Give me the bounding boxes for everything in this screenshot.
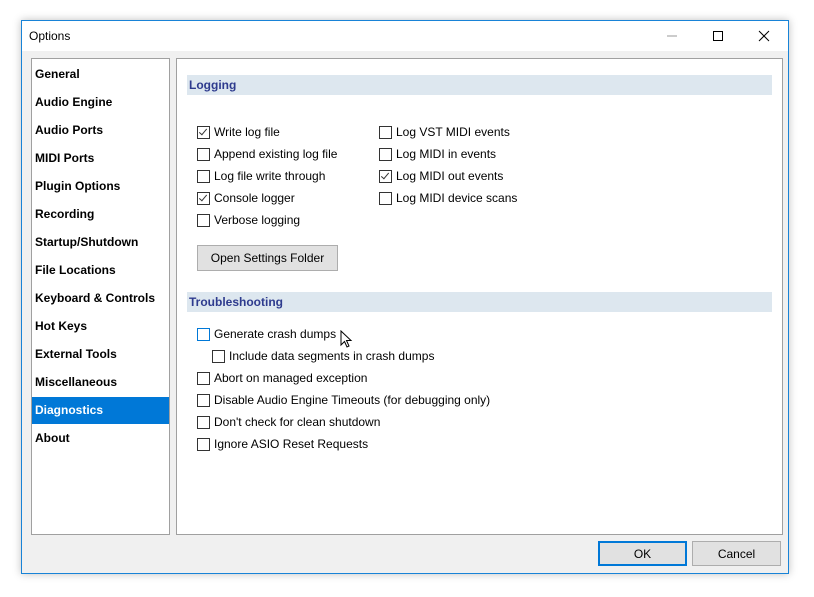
window-title: Options <box>29 29 71 43</box>
sidebar-item-external-tools[interactable]: External Tools <box>32 341 169 368</box>
title-bar[interactable]: Options <box>22 21 788 51</box>
checkbox-label: Log VST MIDI events <box>396 125 510 139</box>
sidebar-item-startup-shutdown[interactable]: Startup/Shutdown <box>32 229 169 256</box>
checkbox-label: Append existing log file <box>214 147 338 161</box>
cancel-button[interactable]: Cancel <box>692 541 781 566</box>
checkbox-box[interactable] <box>197 213 210 227</box>
checkbox-label: Console logger <box>214 191 295 205</box>
generate-crash-dumps-checkbox[interactable]: Generate crash dumps <box>197 325 336 343</box>
checkbox-label: Don't check for clean shutdown <box>214 415 381 429</box>
checkbox-label: Log MIDI in events <box>396 147 497 161</box>
checkbox-box[interactable] <box>197 371 210 385</box>
checkbox-label: Disable Audio Engine Timeouts (for debug… <box>214 393 491 407</box>
sidebar-item-general[interactable]: General <box>32 61 169 88</box>
append-existing-log-file-checkbox[interactable]: Append existing log file <box>197 145 337 163</box>
diagnostics-panel: Logging Write log file Append existing l… <box>176 58 783 535</box>
checkbox-label: Abort on managed exception <box>214 371 368 385</box>
checkbox-box[interactable] <box>379 125 392 139</box>
checkbox-label: Log MIDI device scans <box>396 191 518 205</box>
sidebar-item-midi-ports[interactable]: MIDI Ports <box>32 145 169 172</box>
sidebar-item-keyboard-controls[interactable]: Keyboard & Controls <box>32 285 169 312</box>
minimize-button[interactable] <box>649 21 695 51</box>
checkbox-box[interactable] <box>379 147 392 161</box>
log-midi-device-scans-checkbox[interactable]: Log MIDI device scans <box>379 189 517 207</box>
log-midi-in-events-checkbox[interactable]: Log MIDI in events <box>379 145 496 163</box>
sidebar-item-diagnostics[interactable]: Diagnostics <box>32 397 169 424</box>
console-logger-checkbox[interactable]: Console logger <box>197 189 295 207</box>
checkbox-box[interactable] <box>197 437 210 451</box>
verbose-logging-checkbox[interactable]: Verbose logging <box>197 211 300 229</box>
checkbox-box[interactable] <box>379 191 392 205</box>
ignore-asio-reset-requests-checkbox[interactable]: Ignore ASIO Reset Requests <box>197 435 368 453</box>
log-midi-out-events-checkbox[interactable]: Log MIDI out events <box>379 167 503 185</box>
checkbox-label: Verbose logging <box>214 213 301 227</box>
minimize-icon <box>667 35 677 37</box>
dont-check-clean-shutdown-checkbox[interactable]: Don't check for clean shutdown <box>197 413 380 431</box>
close-button[interactable] <box>741 21 787 51</box>
checkbox-label: Include data segments in crash dumps <box>229 349 435 363</box>
options-sidebar: General Audio Engine Audio Ports MIDI Po… <box>31 58 170 535</box>
sidebar-item-recording[interactable]: Recording <box>32 201 169 228</box>
checkbox-box[interactable] <box>379 169 392 183</box>
checkbox-box[interactable] <box>197 125 210 139</box>
sidebar-item-audio-engine[interactable]: Audio Engine <box>32 89 169 116</box>
abort-on-managed-exception-checkbox[interactable]: Abort on managed exception <box>197 369 367 387</box>
include-data-segments-checkbox[interactable]: Include data segments in crash dumps <box>212 347 434 365</box>
checkbox-box[interactable] <box>197 327 210 341</box>
maximize-icon <box>713 31 723 41</box>
sidebar-item-plugin-options[interactable]: Plugin Options <box>32 173 169 200</box>
write-log-file-checkbox[interactable]: Write log file <box>197 123 280 141</box>
checkbox-box[interactable] <box>197 415 210 429</box>
checkbox-label: Generate crash dumps <box>214 327 337 341</box>
logging-section-header: Logging <box>187 75 772 95</box>
disable-audio-engine-timeouts-checkbox[interactable]: Disable Audio Engine Timeouts (for debug… <box>197 391 490 409</box>
checkbox-box[interactable] <box>197 191 210 205</box>
checkbox-box[interactable] <box>212 349 225 363</box>
log-file-write-through-checkbox[interactable]: Log file write through <box>197 167 325 185</box>
options-window: Options General Audio Engine Audio Ports… <box>21 20 789 574</box>
checkbox-label: Write log file <box>214 125 280 139</box>
close-icon <box>758 30 770 42</box>
troubleshooting-section-header: Troubleshooting <box>187 292 772 312</box>
checkbox-box[interactable] <box>197 147 210 161</box>
maximize-button[interactable] <box>695 21 741 51</box>
sidebar-item-miscellaneous[interactable]: Miscellaneous <box>32 369 169 396</box>
sidebar-item-about[interactable]: About <box>32 425 169 452</box>
log-vst-midi-events-checkbox[interactable]: Log VST MIDI events <box>379 123 510 141</box>
sidebar-item-audio-ports[interactable]: Audio Ports <box>32 117 169 144</box>
checkbox-label: Log file write through <box>214 169 326 183</box>
mouse-pointer-icon <box>340 330 353 348</box>
checkbox-label: Ignore ASIO Reset Requests <box>214 437 369 451</box>
checkbox-box[interactable] <box>197 393 210 407</box>
sidebar-item-file-locations[interactable]: File Locations <box>32 257 169 284</box>
checkbox-label: Log MIDI out events <box>396 169 504 183</box>
ok-button[interactable]: OK <box>598 541 687 566</box>
open-settings-folder-button[interactable]: Open Settings Folder <box>197 245 338 271</box>
sidebar-item-hot-keys[interactable]: Hot Keys <box>32 313 169 340</box>
checkbox-box[interactable] <box>197 169 210 183</box>
